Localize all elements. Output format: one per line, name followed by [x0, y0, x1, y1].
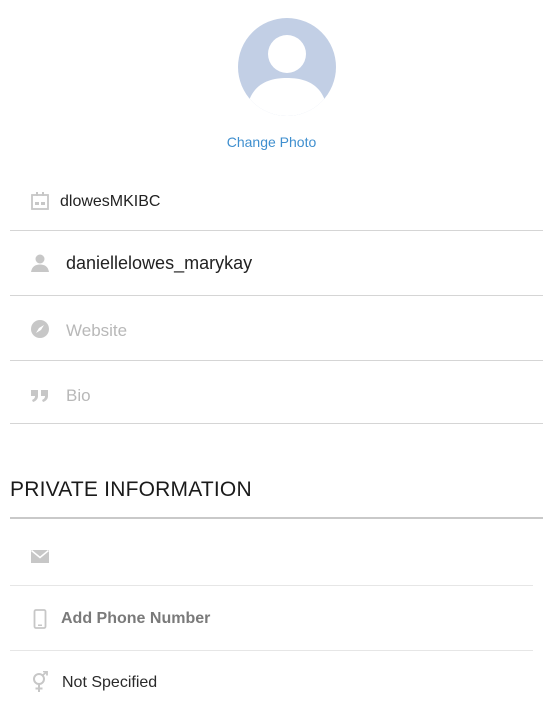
- id-card-icon: [30, 191, 50, 211]
- person-icon: [30, 253, 50, 273]
- website-field[interactable]: Website: [0, 296, 543, 360]
- name-value: dlowesMKIBC: [60, 193, 161, 210]
- add-phone-number-label: Add Phone Number: [61, 610, 211, 627]
- phone-icon: [30, 609, 50, 629]
- profile-avatar[interactable]: [238, 18, 336, 116]
- quote-icon: [30, 386, 50, 406]
- change-photo-link[interactable]: Change Photo: [0, 134, 543, 150]
- gender-icon: [30, 671, 50, 692]
- envelope-icon: [30, 546, 50, 566]
- name-field[interactable]: dlowesMKIBC: [0, 184, 543, 230]
- email-field[interactable]: [0, 519, 543, 585]
- compass-icon: [30, 319, 50, 339]
- bio-input: Bio: [66, 386, 91, 405]
- username-field[interactable]: daniellelowes_marykay: [0, 231, 543, 295]
- gender-field[interactable]: Not Specified: [0, 651, 543, 710]
- divider: [10, 423, 543, 424]
- website-input: Website: [66, 321, 128, 340]
- bio-field[interactable]: Bio: [0, 361, 543, 423]
- username-value: daniellelowes_marykay: [66, 253, 253, 273]
- default-user-icon: [238, 18, 336, 116]
- private-information-header: PRIVATE INFORMATION: [10, 478, 252, 501]
- gender-value: Not Specified: [62, 674, 158, 691]
- phone-field[interactable]: Add Phone Number: [0, 586, 543, 650]
